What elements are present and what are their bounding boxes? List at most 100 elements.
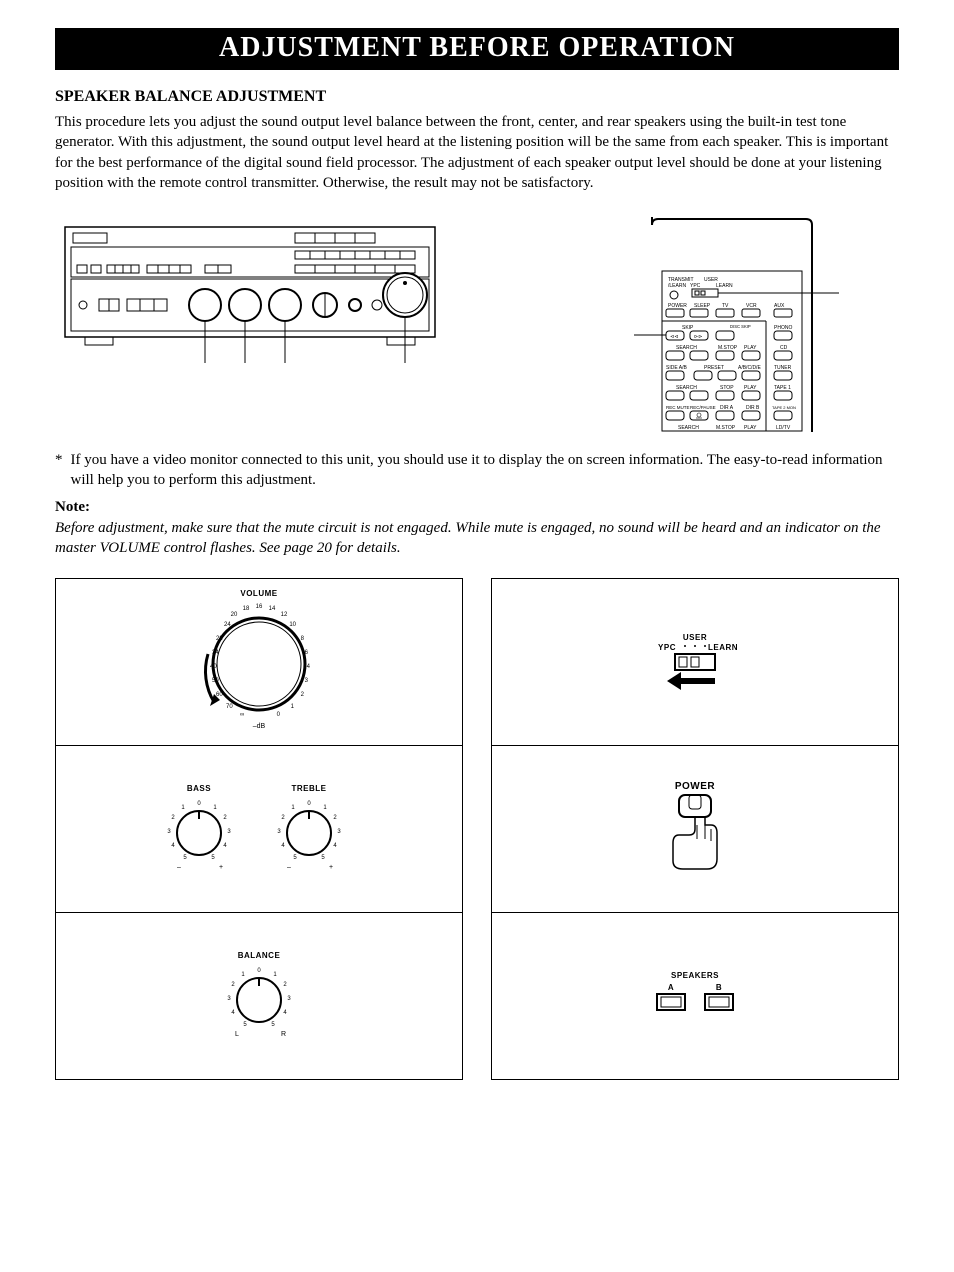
svg-text:70: 70 bbox=[226, 704, 233, 710]
user-switch-cell: USER YPC LEARN bbox=[492, 579, 898, 746]
svg-text:⊳⊳: ⊳⊳ bbox=[694, 334, 702, 340]
svg-text:AUX: AUX bbox=[774, 303, 785, 309]
svg-text:18: 18 bbox=[243, 606, 250, 612]
svg-text:TV: TV bbox=[722, 303, 729, 309]
svg-text:YPC: YPC bbox=[690, 283, 701, 289]
svg-text:28: 28 bbox=[216, 636, 223, 642]
svg-text:DIR A: DIR A bbox=[720, 405, 734, 411]
speakers-cell: SPEAKERS A B bbox=[492, 913, 898, 1079]
svg-text:0: 0 bbox=[307, 801, 311, 807]
svg-text:–: – bbox=[287, 864, 291, 871]
svg-text:1: 1 bbox=[213, 805, 217, 811]
svg-text:2: 2 bbox=[281, 815, 285, 821]
svg-text:1: 1 bbox=[273, 972, 277, 978]
step-grid: VOLUME 16 18 14 20 12 24 1 bbox=[55, 578, 899, 1080]
svg-text:1: 1 bbox=[241, 972, 245, 978]
svg-text:VOLUME: VOLUME bbox=[240, 589, 277, 598]
svg-text:3: 3 bbox=[167, 829, 171, 835]
svg-text:LD/TV: LD/TV bbox=[776, 425, 791, 431]
svg-text:PLAY: PLAY bbox=[744, 425, 757, 431]
svg-text:CD: CD bbox=[780, 345, 788, 351]
svg-text:10: 10 bbox=[289, 622, 296, 628]
svg-text:LEARN: LEARN bbox=[716, 283, 733, 289]
svg-text:0: 0 bbox=[197, 801, 201, 807]
svg-text:+: + bbox=[329, 864, 333, 871]
asterisk-text: If you have a video monitor connected to… bbox=[71, 450, 900, 491]
svg-text:34: 34 bbox=[212, 650, 219, 656]
svg-text:⊲⊲: ⊲⊲ bbox=[670, 334, 678, 340]
svg-text:M.STOP: M.STOP bbox=[716, 425, 736, 431]
bass-treble-cell: BASS 0 1 1 2 2 3 3 4 4 5 5 – + TREBLE bbox=[56, 746, 462, 913]
svg-text:50: 50 bbox=[212, 678, 219, 684]
svg-text:REC/PAUSE: REC/PAUSE bbox=[690, 405, 716, 410]
svg-text:5: 5 bbox=[271, 1022, 275, 1028]
svg-text:TAPE 1: TAPE 1 bbox=[774, 385, 791, 391]
svg-text:3: 3 bbox=[277, 829, 281, 835]
svg-text:4: 4 bbox=[231, 1010, 235, 1016]
svg-text:A: A bbox=[668, 983, 674, 992]
svg-text:5: 5 bbox=[321, 855, 325, 861]
svg-text:60: 60 bbox=[216, 692, 223, 698]
svg-text:4: 4 bbox=[171, 843, 175, 849]
svg-text:12: 12 bbox=[281, 612, 288, 618]
svg-text:2: 2 bbox=[333, 815, 337, 821]
svg-text:4: 4 bbox=[307, 664, 311, 670]
svg-text:3: 3 bbox=[227, 829, 231, 835]
svg-text:TUNER: TUNER bbox=[774, 365, 792, 371]
svg-text:DIR B: DIR B bbox=[746, 405, 760, 411]
svg-text:–: – bbox=[177, 864, 181, 871]
svg-text:SEARCH: SEARCH bbox=[676, 345, 697, 351]
svg-text:3: 3 bbox=[227, 996, 231, 1002]
svg-text:/LEARN: /LEARN bbox=[668, 283, 686, 289]
svg-text:4: 4 bbox=[333, 843, 337, 849]
svg-text:8: 8 bbox=[301, 636, 305, 642]
svg-text:B: B bbox=[716, 983, 722, 992]
note-body: Before adjustment, make sure that the mu… bbox=[55, 518, 899, 559]
svg-text:PLAY: PLAY bbox=[744, 385, 757, 391]
svg-text:YPC: YPC bbox=[658, 643, 676, 652]
svg-text:2: 2 bbox=[231, 982, 235, 988]
section-title: SPEAKER BALANCE ADJUSTMENT bbox=[55, 88, 899, 106]
svg-text:4: 4 bbox=[281, 843, 285, 849]
svg-text:L: L bbox=[235, 1031, 239, 1038]
svg-text:+: + bbox=[219, 864, 223, 871]
svg-text:2: 2 bbox=[171, 815, 175, 821]
remote-diagram: TRANSMIT /LEARN USER YPC LEARN POWER SLE… bbox=[634, 217, 839, 432]
svg-text:0: 0 bbox=[257, 968, 261, 974]
note-label: Note: bbox=[55, 499, 899, 516]
svg-text:3: 3 bbox=[305, 678, 309, 684]
svg-text:0: 0 bbox=[277, 712, 281, 718]
svg-text:SLEEP: SLEEP bbox=[694, 303, 711, 309]
svg-text:1: 1 bbox=[291, 704, 295, 710]
svg-text:SEARCH: SEARCH bbox=[678, 425, 699, 431]
svg-text:2: 2 bbox=[301, 692, 305, 698]
svg-text:DISC SKIP: DISC SKIP bbox=[730, 324, 751, 329]
svg-text:5: 5 bbox=[183, 855, 187, 861]
right-column: USER YPC LEARN POWER bbox=[491, 578, 899, 1080]
svg-text:REC MUTE: REC MUTE bbox=[666, 405, 690, 410]
page-banner: ADJUSTMENT BEFORE OPERATION bbox=[55, 28, 899, 70]
svg-text:PHONO: PHONO bbox=[774, 325, 792, 331]
svg-text:14: 14 bbox=[269, 606, 276, 612]
svg-text:PRESET: PRESET bbox=[704, 365, 724, 371]
power-cell: POWER bbox=[492, 746, 898, 913]
figure-row: TRANSMIT /LEARN USER YPC LEARN POWER SLE… bbox=[55, 217, 899, 432]
svg-text:PLAY: PLAY bbox=[744, 345, 757, 351]
asterisk-mark: * bbox=[55, 450, 63, 491]
balance-cell: BALANCE 0 11 22 33 44 55 L R bbox=[56, 913, 462, 1079]
svg-text:R: R bbox=[281, 1031, 286, 1038]
svg-text:1: 1 bbox=[181, 805, 185, 811]
svg-text:LEARN: LEARN bbox=[708, 643, 738, 652]
svg-text:POWER: POWER bbox=[668, 303, 687, 309]
svg-text:SPEAKERS: SPEAKERS bbox=[671, 971, 719, 980]
svg-text:16: 16 bbox=[256, 604, 263, 610]
intro-paragraph: This procedure lets you adjust the sound… bbox=[55, 112, 899, 193]
svg-text:SEARCH: SEARCH bbox=[676, 385, 697, 391]
svg-text:BASS: BASS bbox=[187, 784, 211, 793]
svg-text:5: 5 bbox=[211, 855, 215, 861]
svg-text:TREBLE: TREBLE bbox=[292, 784, 327, 793]
svg-text:4: 4 bbox=[283, 1010, 287, 1016]
svg-text:BALANCE: BALANCE bbox=[238, 951, 281, 960]
svg-text:3: 3 bbox=[287, 996, 291, 1002]
svg-text:SKIP: SKIP bbox=[682, 325, 694, 331]
